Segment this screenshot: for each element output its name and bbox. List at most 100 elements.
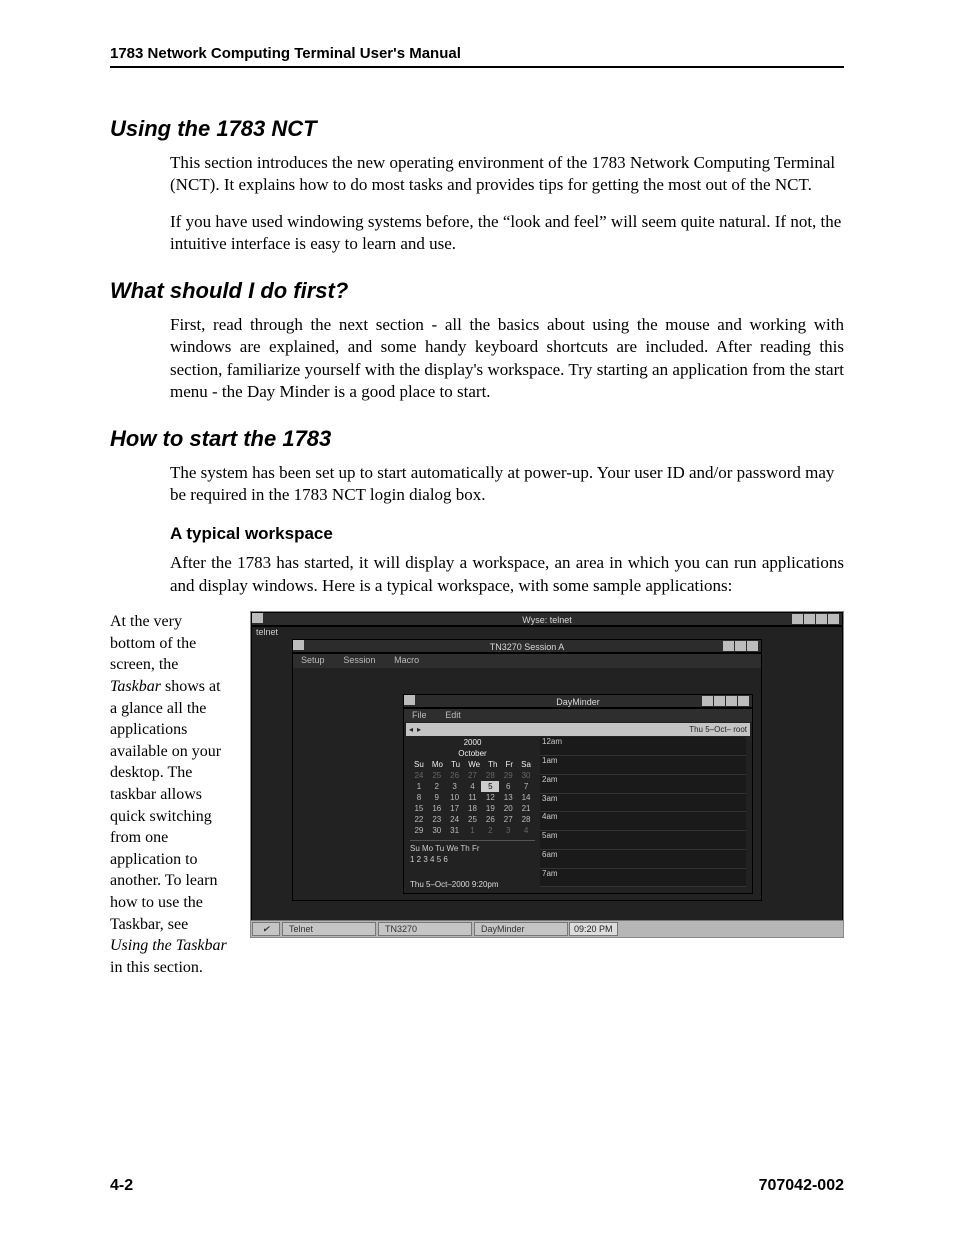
hour-row: 2am	[540, 775, 746, 794]
cal-day: 8	[410, 792, 428, 803]
dayminder-toolbar: ◂ ▸ Thu 5–Oct– root	[406, 723, 750, 736]
cal-day: 26	[446, 770, 464, 781]
taskbar: ✔ Telnet TN3270 DayMinder 09:20 PM	[251, 920, 843, 937]
para-s3-1: The system has been set up to start auto…	[170, 462, 844, 507]
dow: Mo	[432, 759, 443, 770]
cal-day: 2	[428, 781, 446, 792]
cal-month: October	[410, 748, 535, 759]
window-menu-icon	[293, 640, 304, 650]
workspace-screenshot: Wyse: telnet telnet TN3270 Session A Set…	[250, 611, 844, 938]
cal-day: 17	[446, 803, 464, 814]
schedule-column: 12am 1am 2am 3am 4am 5am 6am 7am	[540, 737, 746, 887]
dow: We	[468, 759, 480, 770]
cal-day: 14	[517, 792, 535, 803]
maximize-icon	[735, 641, 746, 651]
heading-typical-workspace: A typical workspace	[170, 524, 844, 544]
hour-row: 12am	[540, 737, 746, 756]
maximize-icon	[816, 614, 827, 624]
restore-icon	[804, 614, 815, 624]
cal-day: 29	[499, 770, 517, 781]
cal-day: 3	[446, 781, 464, 792]
cal-day: 22	[410, 814, 428, 825]
heading-using-1783-nct: Using the 1783 NCT	[110, 116, 844, 142]
cal-day: 19	[481, 803, 499, 814]
cal-day: 6	[499, 781, 517, 792]
cal-day: 20	[499, 803, 517, 814]
dow: Tu	[451, 759, 460, 770]
menu-macro: Macro	[386, 654, 427, 666]
menu-setup: Setup	[293, 654, 333, 666]
dayminder-title: DayMinder	[556, 695, 600, 709]
cal-day: 4	[464, 781, 482, 792]
toolbar-date: Thu 5–Oct– root	[689, 725, 747, 734]
window-menu-icon	[404, 695, 415, 705]
dow: Su	[414, 759, 424, 770]
tn3270-body: Setup Session Macro DayMinder File Edit	[292, 653, 762, 901]
cal-day: 30	[428, 825, 446, 836]
week-dow: Su Mo Tu We Th Fr	[410, 843, 535, 854]
cal-day: 24	[446, 814, 464, 825]
hour-row: 6am	[540, 850, 746, 869]
dayminder-menubar: File Edit	[404, 709, 752, 722]
cap-em2: Using the Taskbar	[110, 937, 227, 954]
figure-side-caption: At the very bottom of the screen, the Ta…	[110, 611, 230, 978]
cal-day: 12	[481, 792, 499, 803]
close-icon	[747, 641, 758, 651]
cal-day: 26	[481, 814, 499, 825]
cal-dow: Su Mo Tu We Th Fr Sa	[410, 759, 535, 770]
tn3270-titlebar: TN3270 Session A	[292, 639, 762, 653]
hour-row: 4am	[540, 812, 746, 831]
cap-t2: shows at a glance all the applications a…	[110, 678, 221, 933]
page-number: 4-2	[110, 1177, 133, 1195]
menu-session: Session	[335, 654, 383, 666]
cal-day: 9	[428, 792, 446, 803]
cap-em1: Taskbar	[110, 678, 161, 695]
week-tabs: Su Mo Tu We Th Fr 1 2 3 4 5 6	[410, 840, 535, 865]
tn3270-title: TN3270 Session A	[490, 640, 565, 654]
dow: Fr	[506, 759, 514, 770]
cal-day: 2	[481, 825, 499, 836]
cal-day: 3	[499, 825, 517, 836]
close-icon	[828, 614, 839, 624]
heading-how-start: How to start the 1783	[110, 426, 844, 452]
dayminder-titlebar: DayMinder	[403, 694, 753, 708]
cal-day: 1	[464, 825, 482, 836]
nav-next-icon: ▸	[417, 725, 421, 734]
cal-day: 29	[410, 825, 428, 836]
taskbar-telnet: Telnet	[282, 922, 376, 936]
minimize-icon	[723, 641, 734, 651]
cal-day: 30	[517, 770, 535, 781]
cap-t3: in this section.	[110, 959, 203, 976]
hour-row: 7am	[540, 869, 746, 888]
cal-day: 4	[517, 825, 535, 836]
cal-day: 25	[464, 814, 482, 825]
para-s3s1-1: After the 1783 has started, it will disp…	[170, 552, 844, 597]
para-s1-2: If you have used windowing systems befor…	[170, 211, 844, 256]
nav-prev-icon: ◂	[409, 725, 413, 734]
document-number: 707042-002	[759, 1177, 844, 1195]
taskbar-dayminder: DayMinder	[474, 922, 568, 936]
page-footer: 4-2 707042-002	[110, 1177, 844, 1195]
cal-day: 27	[464, 770, 482, 781]
cal-day: 24	[410, 770, 428, 781]
cap-t1: At the very bottom of the screen, the	[110, 613, 196, 673]
cal-year: 2000	[410, 737, 535, 748]
hour-row: 5am	[540, 831, 746, 850]
running-header: 1783 Network Computing Terminal User's M…	[110, 45, 844, 68]
maximize-icon	[726, 696, 737, 706]
cal-day: 7	[517, 781, 535, 792]
cal-day: 25	[428, 770, 446, 781]
taskbar-tn3270: TN3270	[378, 922, 472, 936]
cal-grid: 24252627282930 1234567 891011121314 1516…	[410, 770, 535, 836]
cal-day: 31	[446, 825, 464, 836]
dow: Th	[488, 759, 497, 770]
window-menu-icon	[252, 613, 263, 623]
dow: Sa	[521, 759, 531, 770]
dayminder-body: File Edit ◂ ▸ Thu 5–Oct– root 2000 Octob…	[403, 708, 753, 894]
cal-day: 11	[464, 792, 482, 803]
restore-icon	[714, 696, 725, 706]
cal-day-selected: 5	[481, 781, 499, 792]
tn3270-menubar: Setup Session Macro	[293, 654, 761, 668]
start-button: ✔	[252, 922, 280, 936]
telnet-title: Wyse: telnet	[522, 613, 571, 627]
